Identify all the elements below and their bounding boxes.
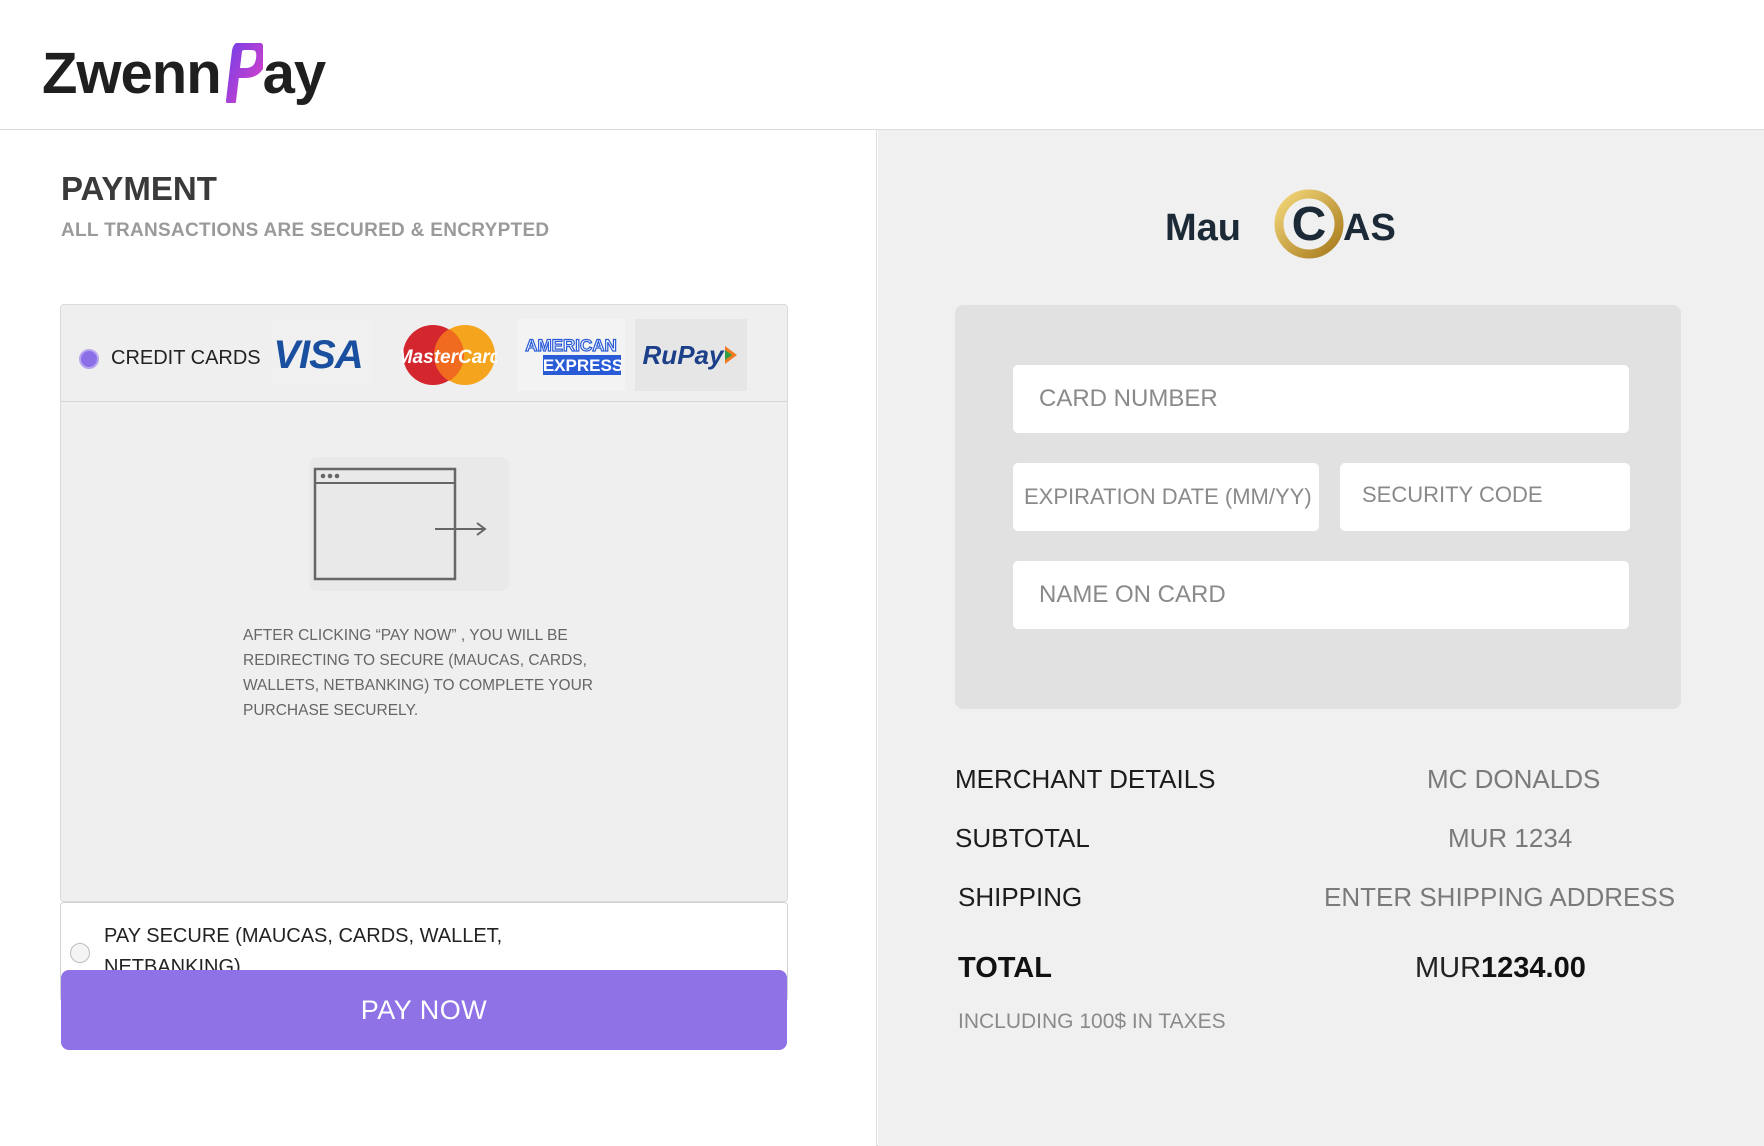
amex-logo: AMERICAN EXPRESS (517, 319, 625, 391)
total-currency: MUR (1415, 952, 1482, 984)
checkout-summary-panel: Mau C AS CARD NUMBER EXPIRATION DATE (MM… (878, 130, 1764, 1146)
logo-text-part2: ay (262, 40, 327, 106)
merchant-details-value: MC DONALDS (1427, 764, 1601, 794)
credit-cards-radio[interactable] (79, 349, 99, 369)
maucas-logo: Mau C AS (1165, 189, 1396, 259)
rupay-logo-text: RuPay (642, 339, 724, 370)
visa-logo: VISA (265, 319, 371, 391)
payment-panel: PAYMENT ALL TRANSACTIONS ARE SECURED & E… (0, 130, 877, 1146)
payment-title: PAYMENT (61, 170, 217, 207)
maucas-mark: C (1292, 198, 1327, 251)
tax-note: INCLUDING 100$ IN TAXES (958, 1010, 1226, 1033)
zwennpay-logo[interactable]: Zwenn ay (42, 38, 327, 108)
payment-subtitle: ALL TRANSACTIONS ARE SECURED & ENCRYPTED (61, 220, 550, 241)
credit-cards-label: CREDIT CARDS (111, 347, 261, 369)
shipping-address-link[interactable]: ENTER SHIPPING ADDRESS (1324, 882, 1675, 913)
name-on-card-input[interactable]: NAME ON CARD (1013, 561, 1629, 629)
pay-secure-radio[interactable] (70, 943, 90, 963)
total-label: TOTAL (958, 952, 1052, 984)
card-number-input[interactable]: CARD NUMBER (1013, 365, 1629, 433)
maucas-text-left: Mau (1165, 207, 1241, 249)
header: Zwenn ay (0, 0, 1764, 130)
expiration-date-input[interactable]: EXPIRATION DATE (MM/YY) (1013, 463, 1319, 531)
subtotal-label: SUBTOTAL (955, 823, 1090, 853)
subtotal-value: MUR 1234 (1448, 823, 1573, 853)
total-value: MUR1234.00 (1415, 952, 1586, 985)
redirect-note: AFTER CLICKING “PAY NOW” , YOU WILL BE R… (243, 627, 593, 719)
amex-logo-bottom: EXPRESS (543, 356, 621, 375)
amex-logo-top: AMERICAN (525, 336, 617, 355)
credit-cards-header[interactable]: CREDIT CARDS VISA MasterCard AMERICAN EX… (61, 305, 787, 402)
merchant-details-label: MERCHANT DETAILS (955, 764, 1216, 794)
card-details-form: CARD NUMBER EXPIRATION DATE (MM/YY) SECU… (955, 305, 1681, 709)
pay-now-button[interactable]: PAY NOW (61, 970, 787, 1050)
rupay-arrow-icon (725, 346, 738, 364)
logo-p-mark-icon (225, 43, 263, 103)
total-amount: 1234.00 (1481, 952, 1586, 984)
mastercard-logo-text: MasterCard (401, 347, 497, 368)
browser-redirect-icon (309, 457, 509, 591)
maucas-text-right: AS (1343, 207, 1396, 249)
credit-cards-option[interactable]: CREDIT CARDS VISA MasterCard AMERICAN EX… (60, 304, 788, 902)
shipping-label: SHIPPING (958, 882, 1083, 912)
security-code-input[interactable]: SECURITY CODE (1340, 463, 1630, 531)
mastercard-logo: MasterCard (399, 319, 499, 391)
logo-text-part1: Zwenn (42, 40, 222, 106)
rupay-logo: RuPay (635, 319, 747, 391)
